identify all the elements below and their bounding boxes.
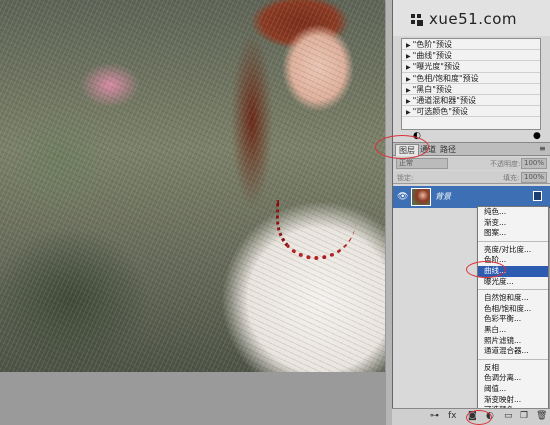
expand-triangle-icon: ▶ bbox=[406, 75, 411, 83]
lock-fill-row: 锁定: 填充: 100% bbox=[393, 171, 550, 184]
menu-item-vibrance[interactable]: 自然饱和度... bbox=[478, 293, 548, 304]
lock-label: 锁定: bbox=[397, 174, 414, 182]
menu-item-black-white[interactable]: 黑白... bbox=[478, 325, 548, 336]
expand-triangle-icon: ▶ bbox=[406, 109, 411, 117]
vertical-scrollbar[interactable] bbox=[385, 0, 392, 425]
menu-item-hue-saturation[interactable]: 色相/饱和度... bbox=[478, 304, 548, 315]
clip-to-layer-icon[interactable]: ● bbox=[533, 131, 541, 141]
layer-row-background[interactable]: 👁 背景 bbox=[393, 186, 550, 208]
menu-item-gradient[interactable]: 渐变... bbox=[478, 218, 548, 229]
fill-label: 填充: bbox=[503, 174, 520, 182]
delete-layer-icon[interactable]: 🗑 bbox=[536, 411, 547, 421]
menu-item-solid-color[interactable]: 纯色... bbox=[478, 207, 548, 218]
menu-item-exposure[interactable]: 曝光度... bbox=[478, 277, 548, 288]
annotation-circle-adjustment-button bbox=[466, 410, 492, 425]
canvas-pasteboard bbox=[0, 372, 385, 425]
layer-style-icon[interactable]: fx bbox=[448, 411, 457, 421]
menu-item-brightness-contrast[interactable]: 亮度/对比度... bbox=[478, 245, 548, 256]
preset-item-exposure[interactable]: ▶ "曝光度"预设 bbox=[402, 61, 540, 73]
expand-triangle-icon: ▶ bbox=[406, 97, 411, 105]
preset-item-curves[interactable]: ▶ "曲线"预设 bbox=[402, 50, 540, 62]
expand-triangle-icon: ▶ bbox=[406, 42, 411, 49]
logo-text: xue51.com bbox=[429, 10, 518, 28]
watermark-logo: xue51.com bbox=[393, 0, 550, 36]
opacity-label: 不透明度: bbox=[490, 160, 521, 168]
adjustment-layer-menu: 纯色... 渐变... 图案... 亮度/对比度... 色阶... 曲线... … bbox=[477, 206, 549, 414]
image-necklace-detail bbox=[276, 200, 356, 260]
menu-item-channel-mixer[interactable]: 通道混合器... bbox=[478, 346, 548, 357]
menu-item-pattern[interactable]: 图案... bbox=[478, 228, 548, 239]
fill-field[interactable]: 100% bbox=[521, 172, 547, 183]
eye-visibility-icon[interactable]: 👁 bbox=[397, 192, 408, 202]
menu-item-invert[interactable]: 反相 bbox=[478, 363, 548, 374]
new-group-icon[interactable]: ▭ bbox=[504, 411, 513, 421]
preset-item-channel-mixer[interactable]: ▶ "通道混和器"预设 bbox=[402, 95, 540, 107]
tab-paths[interactable]: 路径 bbox=[437, 144, 459, 156]
document-canvas-area bbox=[0, 0, 392, 425]
blend-mode-row: 正常 不透明度: 100% bbox=[393, 157, 550, 170]
preset-item-levels[interactable]: ▶ "色阶"预设 bbox=[402, 39, 540, 51]
new-layer-icon[interactable]: ❐ bbox=[520, 411, 528, 421]
panel-menu-icon[interactable]: ≡ bbox=[539, 144, 546, 153]
menu-item-posterize[interactable]: 色调分离... bbox=[478, 373, 548, 384]
annotation-circle-layers-tab bbox=[375, 135, 429, 159]
lock-icon bbox=[533, 191, 542, 201]
preset-item-black-white[interactable]: ▶ "黑白"预设 bbox=[402, 84, 540, 95]
logo-icon bbox=[411, 14, 423, 26]
photoshop-window: xue51.com ▶ "色阶"预设 ▶ "曲线"预设 ▶ "曝光度"预设 ▶ "色相/… bbox=[0, 0, 550, 425]
opacity-field[interactable]: 100% bbox=[521, 158, 547, 169]
layer-thumbnail bbox=[411, 188, 431, 206]
expand-triangle-icon: ▶ bbox=[406, 53, 411, 61]
link-layers-icon[interactable]: ⊶ bbox=[430, 411, 439, 421]
layer-name: 背景 bbox=[435, 192, 451, 201]
blend-mode-select[interactable]: 正常 bbox=[396, 158, 448, 169]
menu-item-threshold[interactable]: 阈值... bbox=[478, 384, 548, 395]
annotation-circle-curves bbox=[466, 261, 506, 278]
expand-triangle-icon: ▶ bbox=[406, 64, 411, 72]
preset-item-selective-color[interactable]: ▶ "可选颜色"预设 bbox=[402, 106, 540, 118]
preset-item-hue-saturation[interactable]: ▶ "色相/饱和度"预设 bbox=[402, 73, 540, 84]
menu-item-gradient-map[interactable]: 渐变映射... bbox=[478, 395, 548, 406]
document-image[interactable] bbox=[0, 0, 385, 372]
expand-triangle-icon: ▶ bbox=[406, 86, 411, 94]
adjustments-presets-list: ▶ "色阶"预设 ▶ "曲线"预设 ▶ "曝光度"预设 ▶ "色相/饱和度"预设 ▶ "黑… bbox=[401, 38, 541, 130]
menu-item-color-balance[interactable]: 色彩平衡... bbox=[478, 314, 548, 325]
menu-item-photo-filter[interactable]: 照片滤镜... bbox=[478, 336, 548, 347]
